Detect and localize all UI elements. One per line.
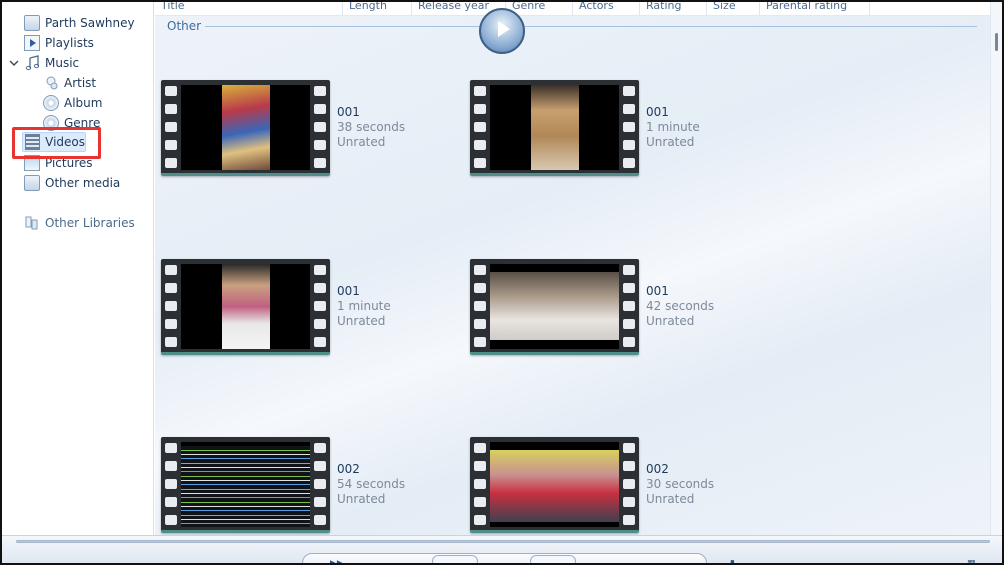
sidebar-item-label: Other Libraries (45, 216, 135, 230)
previous-button[interactable] (432, 555, 478, 565)
shuffle-icon[interactable]: ▶▶ (330, 559, 344, 565)
video-tile[interactable]: 002 30 seconds Unrated (470, 437, 770, 533)
next-button[interactable] (530, 555, 576, 565)
video-thumbnail[interactable] (161, 437, 330, 533)
playback-controls (302, 553, 707, 565)
other-libraries-icon (24, 215, 40, 231)
group-header[interactable]: Other (167, 19, 201, 33)
video-title: 001 (646, 105, 669, 119)
highlight-box (12, 127, 101, 159)
video-title: 002 (646, 462, 669, 476)
sidebar-item-library[interactable]: Parth Sawhney (24, 13, 135, 33)
other-media-icon (24, 175, 40, 191)
sidebar-item-label: Artist (64, 76, 97, 90)
column-actors[interactable]: Actors (573, 2, 640, 15)
video-tile[interactable]: 002 54 seconds Unrated (161, 437, 461, 533)
video-thumbnail[interactable] (470, 437, 639, 533)
video-tile[interactable]: 001 38 seconds Unrated (161, 80, 461, 176)
play-button[interactable] (479, 8, 525, 54)
sidebar-item-playlists[interactable]: Playlists (24, 33, 94, 53)
artist-icon (43, 75, 59, 91)
sidebar-item-label: Other media (45, 176, 121, 190)
vertical-scrollbar[interactable] (990, 2, 1002, 535)
video-title: 001 (646, 284, 669, 298)
video-length: 1 minute (646, 120, 700, 134)
album-icon (43, 95, 59, 111)
column-rating[interactable]: Rating (640, 2, 707, 15)
column-title[interactable]: Title (155, 2, 343, 15)
column-parental-rating[interactable]: Parental rating (760, 2, 870, 15)
video-thumbnail[interactable] (161, 259, 330, 355)
video-length: 1 minute (337, 299, 391, 313)
library-icon (24, 15, 40, 31)
sidebar-item-album[interactable]: Album (43, 93, 102, 113)
video-thumbnail[interactable] (470, 80, 639, 176)
volume-icon[interactable]: ▮ (730, 559, 735, 565)
library-content: Title Length Release year Genre Actors R… (155, 2, 990, 535)
playlist-icon (24, 35, 40, 51)
video-title: 001 (337, 284, 360, 298)
sidebar-item-label: Playlists (45, 36, 94, 50)
video-rating: Unrated (337, 314, 386, 328)
playback-bar: ▶▶ ▮ ▦ (2, 535, 1002, 565)
video-length: 30 seconds (646, 477, 715, 491)
video-title: 001 (337, 105, 360, 119)
video-rating: Unrated (337, 492, 386, 506)
video-rating: Unrated (646, 492, 695, 506)
sidebar-item-artist[interactable]: Artist (43, 73, 96, 93)
sidebar-item-other-libraries[interactable]: Other Libraries (24, 213, 135, 233)
column-size[interactable]: Size (707, 2, 760, 15)
video-rating: Unrated (646, 135, 695, 149)
scrollbar-thumb[interactable] (995, 33, 998, 51)
video-tile[interactable]: 001 1 minute Unrated (161, 259, 461, 355)
video-length: 42 seconds (646, 299, 715, 313)
video-tile[interactable]: 001 42 seconds Unrated (470, 259, 770, 355)
group-divider (205, 26, 977, 27)
switch-to-now-playing-icon[interactable]: ▦ (967, 559, 976, 565)
video-rating: Unrated (646, 314, 695, 328)
sidebar-item-label: Parth Sawhney (45, 16, 135, 30)
column-header: Title Length Release year Genre Actors R… (155, 2, 990, 16)
music-note-icon (24, 55, 40, 71)
sidebar-item-label: Album (64, 96, 103, 110)
video-length: 38 seconds (337, 120, 406, 134)
video-rating: Unrated (337, 135, 386, 149)
navigation-pane: Parth Sawhney Playlists Music Artist Alb… (2, 2, 154, 535)
column-length[interactable]: Length (343, 2, 412, 15)
sidebar-item-other-media[interactable]: Other media (24, 173, 120, 193)
sidebar-item-music[interactable]: Music (24, 53, 79, 73)
video-length: 54 seconds (337, 477, 406, 491)
video-thumbnail[interactable] (470, 259, 639, 355)
chevron-down-icon[interactable] (8, 57, 20, 69)
sidebar-item-label: Music (45, 56, 80, 70)
seek-slider[interactable] (16, 540, 990, 543)
video-tile[interactable]: 001 1 minute Unrated (470, 80, 770, 176)
video-title: 002 (337, 462, 360, 476)
video-thumbnail[interactable] (161, 80, 330, 176)
